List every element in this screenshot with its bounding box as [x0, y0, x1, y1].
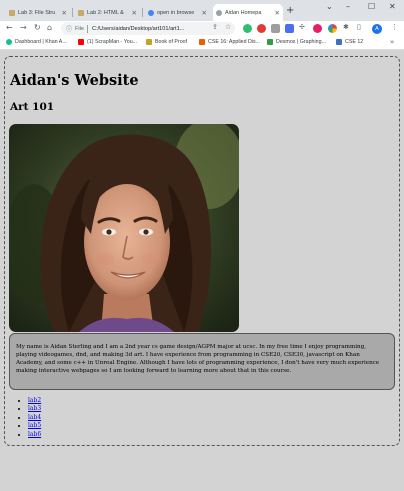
- page-viewport: Aidan's Website Art 101 My name is Aidan…: [0, 51, 404, 491]
- google-icon: [148, 9, 154, 16]
- profile-avatar[interactable]: A: [372, 24, 382, 34]
- home-icon[interactable]: ⌂: [47, 23, 52, 32]
- bookmark-scrapman[interactable]: (1) ScrapMan - You...: [78, 39, 137, 45]
- site-title: Aidan's Website: [10, 72, 139, 89]
- bookmark-site-icon: [199, 39, 205, 45]
- lab6-link[interactable]: lab6: [28, 431, 41, 438]
- close-icon[interactable]: ✕: [62, 9, 67, 17]
- bookmark-book-of-proof[interactable]: Book of Proof: [146, 39, 187, 45]
- bookmark-label: CSE 16: Applied Dis...: [208, 39, 261, 45]
- bookmark-cse12[interactable]: CSE 12: [336, 39, 363, 45]
- bookmark-star-icon[interactable]: ☆: [225, 23, 231, 31]
- file-scheme-label: File: [75, 25, 85, 32]
- bookmark-label: Book of Proof: [155, 39, 188, 45]
- bio-text: My name is Aidan Sterling and I am a 2nd…: [16, 344, 380, 374]
- lab4-link[interactable]: lab4: [28, 414, 41, 421]
- tab-title: Aidan Homepa: [225, 9, 262, 16]
- close-icon[interactable]: ✕: [132, 9, 137, 17]
- new-tab-button[interactable]: +: [286, 5, 294, 16]
- close-icon[interactable]: ✕: [202, 9, 207, 17]
- tab-title: Lab 2: HTML &: [87, 9, 124, 16]
- globe-icon: [216, 9, 222, 16]
- bookmark-desmos[interactable]: Desmos | Graphing...: [267, 39, 326, 45]
- puzzle-icon[interactable]: ✱: [343, 23, 349, 31]
- tab-title: open in browse: [157, 9, 195, 16]
- more-bookmarks-icon[interactable]: »: [390, 38, 394, 46]
- bookmark-label: Desmos | Graphing...: [276, 39, 326, 45]
- extension-icon[interactable]: [313, 24, 322, 33]
- page-container: Aidan's Website Art 101 My name is Aidan…: [4, 56, 400, 446]
- extension-icon[interactable]: [271, 24, 280, 33]
- lab2-link[interactable]: lab2: [28, 397, 41, 404]
- lab3-link[interactable]: lab3: [28, 405, 41, 412]
- list-item: lab4: [28, 414, 41, 422]
- canvas-icon: [78, 9, 84, 16]
- youtube-icon: [78, 39, 84, 45]
- tab-lab3[interactable]: Lab 3: File Stru ✕: [6, 4, 70, 21]
- extension-icon[interactable]: [243, 24, 252, 33]
- tab-lab2[interactable]: Lab 2: HTML & ✕: [75, 4, 140, 21]
- desmos-icon: [267, 39, 273, 45]
- share-icon[interactable]: ⇪: [212, 23, 218, 31]
- bio-box: My name is Aidan Sterling and I am a 2nd…: [9, 333, 395, 390]
- info-icon: ⓘ: [66, 27, 73, 33]
- bookmark-site-icon: [336, 39, 342, 45]
- reload-icon[interactable]: ↻: [34, 23, 41, 32]
- canvas-icon: [9, 9, 15, 16]
- bookmark-label: (1) ScrapMan - You...: [87, 39, 138, 45]
- chrome-icon[interactable]: [328, 24, 337, 33]
- extension-icon[interactable]: ✢: [299, 23, 305, 31]
- minimize-icon[interactable]: –: [346, 2, 350, 11]
- book-icon: [146, 39, 152, 45]
- bookmarks-bar: Dashboard | Khan A... (1) ScrapMan - You…: [0, 36, 404, 50]
- list-item: lab3: [28, 405, 41, 413]
- chevron-down-icon[interactable]: ⌄: [326, 2, 333, 11]
- bookmark-cse16[interactable]: CSE 16: Applied Dis...: [199, 39, 260, 45]
- extension-icon[interactable]: [257, 24, 266, 33]
- portrait-image: [9, 124, 239, 332]
- url-text: C:/Users/aidan/Desktop/art101/art1...: [92, 25, 185, 32]
- back-icon[interactable]: ←: [6, 23, 13, 32]
- notion-icon[interactable]: [285, 24, 294, 33]
- list-item: lab2: [28, 397, 41, 405]
- bookmark-label: CSE 12: [345, 39, 364, 45]
- list-item: lab6: [28, 431, 41, 439]
- side-panel-icon[interactable]: ▯: [357, 23, 361, 31]
- bookmark-label: Dashboard | Khan A...: [15, 39, 67, 45]
- tab-strip: Lab 3: File Stru ✕ Lab 2: HTML & ✕ open …: [0, 0, 404, 21]
- course-title: Art 101: [10, 101, 55, 113]
- maximize-icon[interactable]: ☐: [368, 2, 375, 11]
- browser-toolbar: ← → ↻ ⌂ ⓘ File C:/Users/aidan/Desktop/ar…: [0, 21, 404, 36]
- tab-aidan-homepage[interactable]: Aidan Homepa ✕: [213, 4, 283, 21]
- bookmark-khan-academy[interactable]: Dashboard | Khan A...: [6, 39, 67, 45]
- list-item: lab5: [28, 422, 41, 430]
- close-icon[interactable]: ✕: [275, 9, 280, 17]
- forward-icon[interactable]: →: [20, 23, 27, 32]
- lab5-link[interactable]: lab5: [28, 422, 41, 429]
- address-bar[interactable]: ⓘ File C:/Users/aidan/Desktop/art101/art…: [61, 22, 235, 35]
- tab-title: Lab 3: File Stru: [18, 9, 56, 16]
- tab-open-in-browser[interactable]: open in browse ✕: [145, 4, 210, 21]
- window-close-icon[interactable]: ✕: [389, 2, 396, 11]
- menu-icon[interactable]: ⋮: [391, 23, 398, 31]
- lab-links-list: lab2 lab3 lab4 lab5 lab6: [16, 397, 41, 439]
- khan-academy-icon: [6, 39, 12, 45]
